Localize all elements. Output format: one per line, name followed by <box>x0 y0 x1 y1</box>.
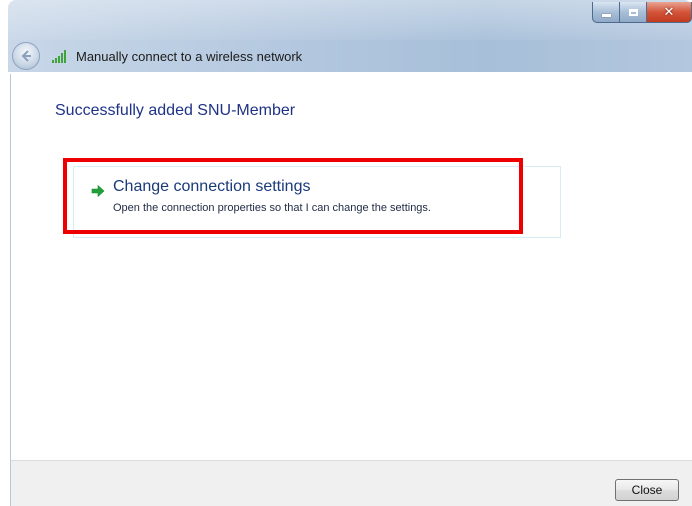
wireless-signal-icon <box>52 49 72 63</box>
back-arrow-icon <box>21 50 31 62</box>
page-heading: Successfully added SNU-Member <box>55 102 296 119</box>
wizard-window: ✕ Manually connect to a wireless network… <box>0 0 692 506</box>
green-arrow-icon <box>91 184 105 198</box>
command-link-description: Open the connection properties so that I… <box>113 202 431 214</box>
minimize-icon <box>601 13 611 17</box>
navigation-bar: Manually connect to a wireless network <box>8 38 302 74</box>
content-area: Successfully added SNU-Member Change con… <box>10 74 692 460</box>
close-window-button[interactable]: ✕ <box>647 2 692 23</box>
maximize-icon <box>628 8 638 16</box>
minimize-button[interactable] <box>592 2 620 23</box>
close-button[interactable]: Close <box>615 479 679 501</box>
dialog-footer: Close <box>10 460 692 506</box>
maximize-button[interactable] <box>620 2 647 23</box>
back-button[interactable] <box>12 42 40 70</box>
window-title: Manually connect to a wireless network <box>76 48 303 64</box>
window-controls: ✕ <box>592 2 692 24</box>
close-icon: ✕ <box>663 4 675 20</box>
command-link-title[interactable]: Change connection settings <box>113 178 310 196</box>
